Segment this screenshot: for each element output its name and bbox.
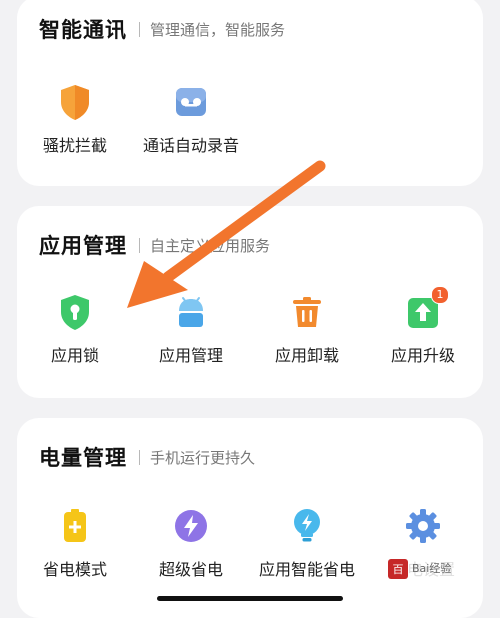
watermark: 百 Bai经验 (384, 556, 458, 582)
section-subtitle: 自主定义应用服务 (150, 236, 271, 255)
section-header: 应用管理 自主定义应用服务 (39, 230, 270, 260)
item-label: 应用智能省电 (258, 560, 355, 579)
app-management-card: 应用管理 自主定义应用服务 应用锁 应用管理 应用卸载 1 应用升级 (17, 206, 483, 398)
divider (139, 237, 140, 253)
watermark-text: Bai经验 (412, 561, 452, 575)
harassment-block-button[interactable]: 骚扰拦截 (17, 82, 133, 156)
lightning-icon (171, 506, 211, 546)
trash-icon (287, 292, 327, 332)
super-power-saving-button[interactable]: 超级省电 (133, 506, 249, 580)
bulb-icon (287, 506, 327, 546)
upgrade-icon: 1 (403, 286, 449, 332)
item-label: 通话自动录音 (142, 136, 239, 155)
section-header: 电量管理 手机运行更持久 (39, 442, 255, 472)
call-recorder-icon (171, 82, 211, 122)
smart-communication-card: 智能通讯 管理通信，智能服务 骚扰拦截 通话自动录音 (17, 0, 483, 186)
shield-icon (55, 82, 95, 122)
app-management-button[interactable]: 应用管理 (133, 292, 249, 366)
app-upgrade-button[interactable]: 1 应用升级 (365, 286, 481, 366)
battery-management-card: 电量管理 手机运行更持久 省电模式 超级省电 应用智能省电 (17, 418, 483, 618)
smart-app-power-saving-button[interactable]: 应用智能省电 (249, 506, 365, 580)
section-title: 电量管理 (39, 446, 127, 470)
item-label: 应用锁 (50, 346, 99, 365)
app-lock-icon (55, 292, 95, 332)
item-label: 骚扰拦截 (42, 136, 107, 155)
section-subtitle: 手机运行更持久 (150, 448, 256, 467)
update-count-badge: 1 (431, 286, 449, 304)
divider (139, 449, 140, 465)
item-label: 应用升级 (390, 346, 455, 365)
item-label: 省电模式 (42, 560, 107, 579)
home-indicator[interactable] (157, 596, 343, 601)
app-uninstall-button[interactable]: 应用卸载 (249, 292, 365, 366)
gear-icon (403, 506, 443, 546)
watermark-logo: 百 (388, 559, 408, 579)
section-subtitle: 管理通信，智能服务 (150, 20, 286, 39)
power-saving-mode-button[interactable]: 省电模式 (17, 506, 133, 580)
section-header: 智能通讯 管理通信，智能服务 (39, 14, 285, 44)
section-title: 应用管理 (39, 234, 127, 258)
section-title: 智能通讯 (39, 18, 127, 42)
item-label: 应用卸载 (274, 346, 339, 365)
item-label: 应用管理 (158, 346, 223, 365)
divider (139, 21, 140, 37)
auto-call-recording-button[interactable]: 通话自动录音 (133, 82, 249, 156)
item-label: 超级省电 (158, 560, 223, 579)
battery-icon (55, 506, 95, 546)
android-icon (171, 292, 211, 332)
app-lock-button[interactable]: 应用锁 (17, 292, 133, 366)
